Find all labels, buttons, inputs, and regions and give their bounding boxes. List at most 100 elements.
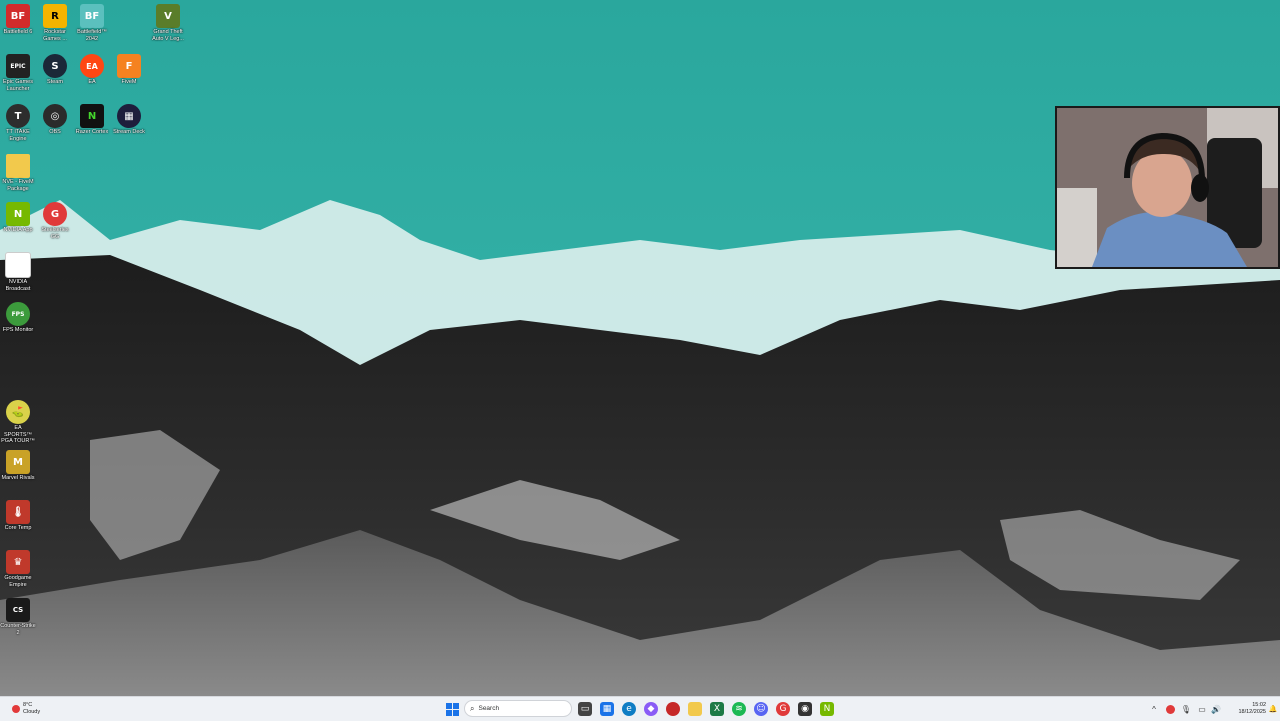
taskbar-app-spotify[interactable]: ≋ (732, 701, 746, 717)
icon-label: FPS Monitor (2, 327, 34, 333)
weather-temp: 8°C (23, 702, 33, 708)
search-placeholder: Search (478, 705, 500, 712)
fps-monitor-icon: FPS (6, 302, 30, 326)
weather-widget[interactable]: 8°C Cloudy (12, 701, 52, 717)
fivem-icon: F (117, 54, 141, 78)
ea-icon: EA (80, 54, 104, 78)
bell-icon: 🔔 (1268, 706, 1278, 713)
icon-label: Battlefield™ 2042 (77, 29, 107, 42)
nvidia-icon: N (6, 202, 30, 226)
golf-ball-icon: ⛳ (6, 400, 30, 424)
icon-label: Counter-Strike 2 (0, 623, 36, 636)
stream-deck-icon: ▦ (117, 104, 141, 128)
icon-label: Core Temp (4, 525, 32, 531)
volume-icon: 🔊 (1211, 704, 1221, 714)
desktop-icon-nvidia-app[interactable]: N NVIDIA App (0, 202, 36, 234)
start-button[interactable] (444, 701, 460, 717)
taskbar-app-edge[interactable]: e (622, 701, 636, 717)
icon-label: FiveM (121, 79, 137, 85)
icon-label: Grand Theft Auto V Leg... (152, 29, 184, 42)
windows-logo-icon (445, 702, 459, 716)
desktop-icon-epic-games[interactable]: EPIC Epic Games Launcher (0, 54, 36, 92)
desktop-icon-goodgame-empire[interactable]: ♛ Goodgame Empire (0, 550, 36, 588)
desktop-icon-fps-monitor[interactable]: FPS FPS Monitor (0, 302, 36, 334)
weather-condition: Cloudy (23, 709, 41, 715)
marvel-rivals-icon: M (6, 450, 30, 474)
microphone-icon: 🎙 (1180, 704, 1192, 714)
gamepad-icon: ◉ (798, 702, 812, 716)
clock-date: 18/12/2025 (1238, 709, 1266, 715)
thermometer-icon: 🌡 (6, 500, 30, 524)
task-view-icon: ▭ (578, 702, 592, 716)
taskbar-app-xbox[interactable]: ◉ (798, 701, 812, 717)
beach-aerial-image (0, 0, 1280, 696)
desktop-icon-tt-itake[interactable]: T TT ITAKE Engine (0, 104, 36, 142)
notification-center-button[interactable]: 🔔 (1268, 701, 1278, 717)
steelseries-icon: G (43, 202, 67, 226)
icon-label: Battlefield 6 (3, 29, 33, 35)
taskbar-app-discord[interactable]: ☺ (754, 701, 768, 717)
taskbar-app-copilot[interactable]: ◆ (644, 701, 658, 717)
edge-icon: e (622, 702, 636, 716)
icon-label: Razer Cortex (75, 129, 109, 135)
icon-label: Steam (47, 79, 63, 85)
steelseries-icon: G (776, 702, 790, 716)
taskbar-app-steelseries[interactable]: G (776, 701, 790, 717)
search-icon: ⌕ (470, 703, 475, 713)
taskbar-app-file-explorer[interactable] (688, 701, 702, 717)
taskbar-app-excel[interactable]: X (710, 701, 724, 717)
spotify-icon: ≋ (732, 702, 746, 716)
desktop-icon-steelseries[interactable]: G Steelseries GG (37, 202, 73, 240)
folder-icon (6, 154, 30, 178)
desktop-icon-rockstar-games[interactable]: R Rockstar Games ... (37, 4, 73, 42)
desktop-icon-marvel-rivals[interactable]: M Marvel Rivals (0, 450, 36, 482)
icon-label: Rockstar Games ... (43, 29, 67, 42)
widgets-icon: ▦ (600, 702, 614, 716)
taskbar-app-nvidia[interactable]: N (820, 701, 834, 717)
battlefield-6-icon: BF (6, 4, 30, 28)
task-view-button[interactable]: ▭ (578, 701, 592, 717)
desktop-icon-counter-strike[interactable]: CS Counter-Strike 2 (0, 598, 36, 636)
icon-label: NVIDIA App (3, 227, 33, 233)
desktop-icon-obs[interactable]: ◎ OBS (37, 104, 73, 136)
taskbar-app-widgets[interactable]: ▦ (600, 701, 614, 717)
desktop-icon-gta-v[interactable]: V Grand Theft Auto V Leg... (150, 4, 186, 42)
gta-v-icon: V (156, 4, 180, 28)
desktop-icon-core-temp[interactable]: 🌡 Core Temp (0, 500, 36, 532)
weather-alert-icon (12, 705, 20, 713)
tray-icon-microphone[interactable]: 🎙 (1180, 701, 1192, 717)
tray-icon-volume[interactable]: 🔊 (1210, 701, 1222, 717)
desktop-icon-steam[interactable]: S Steam (37, 54, 73, 86)
tray-icon-network[interactable]: ▭ (1196, 701, 1208, 717)
desktop-icon-fivem[interactable]: F FiveM (111, 54, 147, 86)
tray-overflow-button[interactable]: ^ (1148, 701, 1160, 717)
taskbar: 8°C Cloudy ⌕ Search ▭ ▦ e ◆ X ≋ ☺ G ◉ N … (0, 696, 1280, 721)
excel-icon: X (710, 702, 724, 716)
epic-games-icon: EPIC (6, 54, 30, 78)
icon-label: Goodgame Empire (4, 575, 32, 588)
icon-label: TT ITAKE Engine (6, 129, 30, 142)
webcam-overlay (1055, 106, 1280, 269)
desktop-icon-ea[interactable]: EA EA (74, 54, 110, 86)
counter-strike-icon: CS (6, 598, 30, 622)
tray-icon-steelseries[interactable] (1164, 701, 1176, 717)
document-icon (5, 252, 31, 278)
taskbar-app-record[interactable] (666, 701, 680, 717)
desktop-icon-razer-cortex[interactable]: N Razer Cortex (74, 104, 110, 136)
desktop-icon-stream-deck[interactable]: ▦ Stream Deck (111, 104, 147, 136)
icon-label: Epic Games Launcher (3, 79, 33, 92)
taskbar-search[interactable]: ⌕ Search (464, 700, 572, 717)
icon-label: EA SPORTS™ PGA TOUR™ (1, 425, 35, 444)
folder-icon (688, 702, 702, 716)
desktop-icon-battlefield-2042[interactable]: BF Battlefield™ 2042 (74, 4, 110, 42)
icon-label: Stream Deck (113, 129, 145, 135)
nvidia-icon: N (820, 702, 834, 716)
razer-cortex-icon: N (80, 104, 104, 128)
desktop-icon-pga-tour[interactable]: ⛳ EA SPORTS™ PGA TOUR™ (0, 400, 36, 445)
icon-label: Marvel Rivals (1, 475, 35, 481)
desktop-icon-nvidia-broadcast[interactable]: NVIDIA Broadcast (0, 252, 36, 292)
desktop-icon-nve-folder[interactable]: NVE - FiveM Package (0, 154, 36, 192)
desktop-icon-battlefield-6[interactable]: BF Battlefield 6 (0, 4, 36, 36)
taskbar-clock[interactable]: 15:02 18/12/2025 (1226, 701, 1266, 717)
desktop-wallpaper (0, 0, 1280, 696)
